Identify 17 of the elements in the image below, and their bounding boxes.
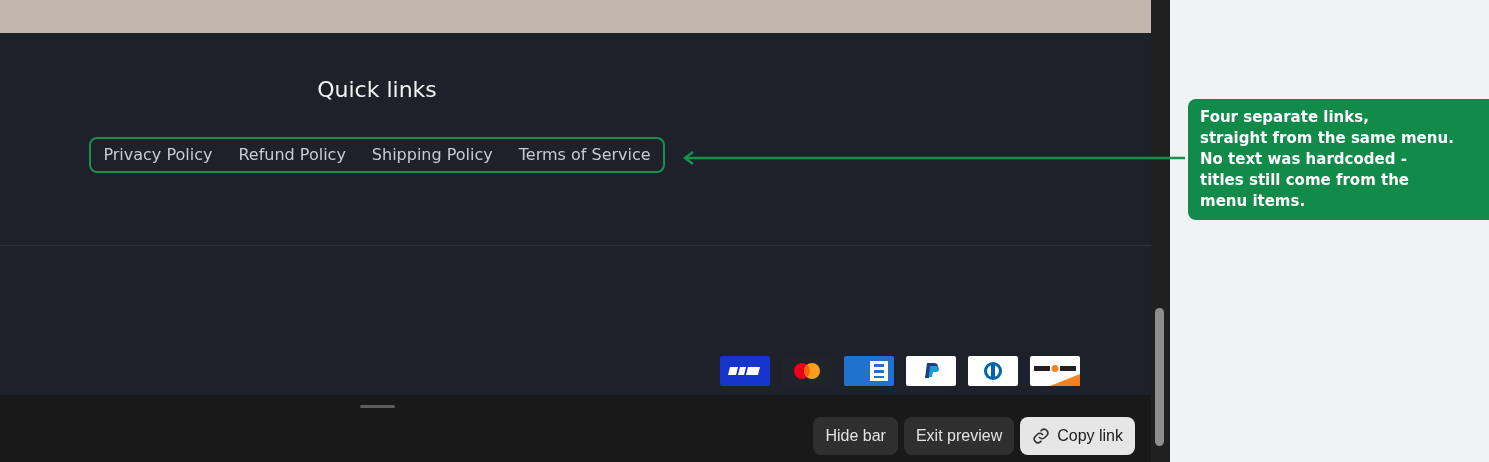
payment-card-icon (844, 356, 894, 386)
preview-button[interactable]: Exit preview (903, 417, 1015, 455)
link-icon (1032, 427, 1051, 445)
footer-link[interactable]: Refund Policy (238, 143, 346, 168)
payment-card-icon (1030, 356, 1080, 386)
footer-link[interactable]: Shipping Policy (371, 143, 493, 168)
payment-card-icon (906, 356, 956, 386)
footer-heading: Quick links (317, 77, 437, 104)
drag-handle[interactable] (360, 405, 395, 408)
preview-button[interactable]: Hide bar (813, 417, 898, 455)
footer-link[interactable]: Terms of Service (518, 143, 651, 168)
scrollbar-thumb[interactable] (1155, 308, 1164, 446)
footer-link[interactable]: Privacy Policy (103, 143, 213, 168)
payment-card-icon (968, 356, 1018, 386)
preview-button[interactable]: Copy link (1020, 417, 1135, 455)
annotation-callout: Four separate links, straight from the same menu. No text was hardcoded - titles still come from the menu items. (1188, 99, 1489, 220)
payment-card-icon (720, 356, 770, 386)
